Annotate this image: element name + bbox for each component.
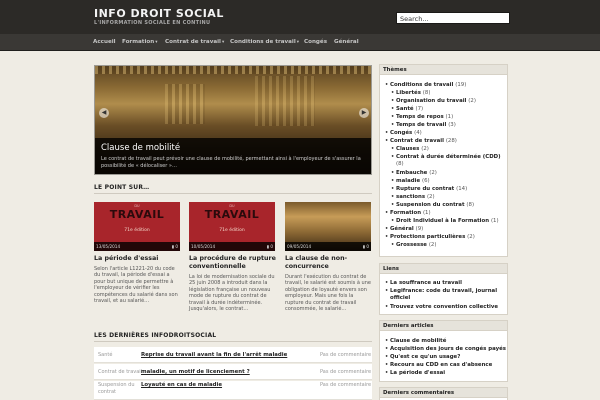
post-card[interactable]: 09/05/2014 ▮ 0 La clause de non-concurre… <box>285 202 372 312</box>
link-item[interactable]: La souffrance au travail <box>385 280 462 287</box>
recent-post-item[interactable]: Qu'est ce qu'un usage? <box>385 354 460 361</box>
row-title[interactable]: maladie, un motif de licenciement ? <box>141 369 250 375</box>
post-card[interactable]: DU TRAVAIL 71e édition 13/05/2014 ▮ 0 La… <box>94 202 181 304</box>
category-item[interactable]: Temps de travail (3) <box>391 122 456 129</box>
widget-title: Derniers articles <box>383 323 434 329</box>
divider <box>94 193 372 194</box>
category-item[interactable]: Organisation du travail (2) <box>391 98 476 105</box>
site-header: INFO DROIT SOCIAL L'INFORMATION SOCIALE … <box>0 0 600 34</box>
category-item[interactable]: Clauses (2) <box>391 146 429 153</box>
post-thumbnail[interactable]: DU TRAVAIL 71e édition 10/05/2014 ▮ 0 <box>189 202 275 251</box>
list-item[interactable]: Contrat de travail maladie, un motif de … <box>94 364 372 380</box>
row-comments[interactable]: Pas de commentaire <box>320 369 371 375</box>
row-comments[interactable]: Pas de commentaire <box>320 352 371 358</box>
post-title[interactable]: La procédure de rupture conventionnelle <box>189 255 276 270</box>
nav-item-formation[interactable]: Formation▾ <box>122 39 157 45</box>
slider-prev-button[interactable]: ◀ <box>99 108 109 118</box>
category-item[interactable]: Conditions de travail (19) <box>385 82 466 89</box>
slider-next-button[interactable]: ▶ <box>359 108 369 118</box>
search-input[interactable]: Search... <box>396 12 510 24</box>
row-category[interactable]: Santé <box>98 352 112 359</box>
link-item[interactable]: Trouvez votre convention collective <box>385 304 498 311</box>
site-tagline: L'INFORMATION SOCIALE EN CONTINU <box>94 20 211 26</box>
list-item[interactable]: Suspension du contrat Loyauté en cas de … <box>94 381 372 400</box>
post-excerpt: Selon l'article L1221-20 du code du trav… <box>94 266 178 305</box>
widget-title: Liens <box>383 266 399 272</box>
category-item[interactable]: Suspension du contrat (8) <box>391 202 474 209</box>
row-title[interactable]: Reprise du travail avant la fin de l'arr… <box>141 352 287 358</box>
featured-slider[interactable]: ◀ ▶ Clause de mobilité Le contrat de tra… <box>94 65 372 175</box>
link-item[interactable]: Legifrance: code du travail, journal off… <box>385 288 504 302</box>
row-category[interactable]: Suspension du contrat <box>98 382 138 395</box>
category-item[interactable]: Libertés (8) <box>391 90 431 97</box>
comment-count: ▮ 0 <box>362 244 369 249</box>
site-title[interactable]: INFO DROIT SOCIAL <box>94 7 224 20</box>
chevron-down-icon: ▾ <box>296 40 300 45</box>
comment-count: ▮ 0 <box>171 244 178 249</box>
recent-post-item[interactable]: La période d'essai <box>385 370 445 377</box>
post-excerpt: La loi de modernisation sociale du 25 ju… <box>189 274 275 313</box>
chevron-down-icon: ▾ <box>221 40 225 45</box>
row-title[interactable]: Loyauté en cas de maladie <box>141 382 222 388</box>
category-item[interactable]: Formation (1) <box>385 210 431 217</box>
category-item[interactable]: Protections particulières (2) <box>385 234 475 241</box>
nav-item-conges[interactable]: Congés <box>304 39 327 45</box>
category-item[interactable]: Grossesse (2) <box>391 242 437 249</box>
category-item[interactable]: sanctions (2) <box>391 194 435 201</box>
nav-item-accueil[interactable]: Accueil <box>93 39 116 45</box>
comment-count: ▮ 0 <box>266 244 273 249</box>
widget-themes: Thèmes Conditions de travail (19) Libert… <box>379 64 508 257</box>
widget-title: Thèmes <box>383 67 407 73</box>
slide-title[interactable]: Clause de mobilité <box>101 143 180 153</box>
divider <box>94 341 372 342</box>
category-item[interactable]: Droit Individuel à la Formation (1) <box>391 218 499 225</box>
category-item[interactable]: Rupture du contrat (14) <box>391 186 467 193</box>
post-thumbnail[interactable]: DU TRAVAIL 71e édition 13/05/2014 ▮ 0 <box>94 202 180 251</box>
category-item[interactable]: maladie (6) <box>391 178 430 185</box>
nav-item-contrat[interactable]: Contrat de travail▾ <box>165 39 224 45</box>
widget-title: Derniers commentaires <box>383 390 455 396</box>
post-date: 13/05/2014 <box>96 244 121 249</box>
section-heading-point: LE POINT SUR… <box>94 184 150 191</box>
category-item[interactable]: Embauche (2) <box>391 170 437 177</box>
category-item[interactable]: Contrat à durée déterminée (CDD)(8) <box>391 154 504 168</box>
recent-post-item[interactable]: Recours au CDD en cas d'absence <box>385 362 492 369</box>
post-thumbnail[interactable]: 09/05/2014 ▮ 0 <box>285 202 371 251</box>
chevron-down-icon: ▾ <box>155 40 158 45</box>
recent-post-item[interactable]: Clause de mobilité <box>385 338 446 345</box>
post-card[interactable]: DU TRAVAIL 71e édition 10/05/2014 ▮ 0 La… <box>189 202 276 312</box>
post-date: 10/05/2014 <box>191 244 216 249</box>
post-excerpt: Durant l'exécution du contrat de travail… <box>285 274 371 313</box>
category-item[interactable]: Temps de repos (1) <box>391 114 453 121</box>
post-title[interactable]: La clause de non-concurrence <box>285 255 372 270</box>
row-comments[interactable]: Pas de commentaire <box>320 382 371 388</box>
widget-recent-comments: Derniers commentaires <box>379 387 508 400</box>
row-category[interactable]: Contrat de travail <box>98 369 142 376</box>
slide-text: Le contrat de travail peut prévoir une c… <box>101 156 361 169</box>
category-item[interactable]: Contrat de travail (28) <box>385 138 457 145</box>
list-item[interactable]: Santé Reprise du travail avant la fin de… <box>94 347 372 363</box>
nav-item-general[interactable]: Général <box>334 39 359 45</box>
recent-post-item[interactable]: Acquisition des jours de congés payés <box>385 346 506 353</box>
widget-links: Liens La souffrance au travail Legifranc… <box>379 263 508 315</box>
main-content: ◀ ▶ Clause de mobilité Le contrat de tra… <box>92 62 375 400</box>
category-item[interactable]: Congés (4) <box>385 130 422 137</box>
section-heading-latest: LES DERNIÈRES INFODROITSOCIAL <box>94 332 217 339</box>
nav-item-conditions[interactable]: Conditions de travail▾ <box>230 39 299 45</box>
widget-recent-posts: Derniers articles Clause de mobilité Acq… <box>379 320 508 382</box>
post-title[interactable]: La période d'essai <box>94 255 181 263</box>
main-nav: Accueil Formation▾ Contrat de travail▾ C… <box>0 34 600 80</box>
category-item[interactable]: Santé (7) <box>391 106 423 113</box>
post-date: 09/05/2014 <box>287 244 312 249</box>
slide-caption: Clause de mobilité Le contrat de travail… <box>95 138 371 174</box>
category-item[interactable]: Général (9) <box>385 226 423 233</box>
